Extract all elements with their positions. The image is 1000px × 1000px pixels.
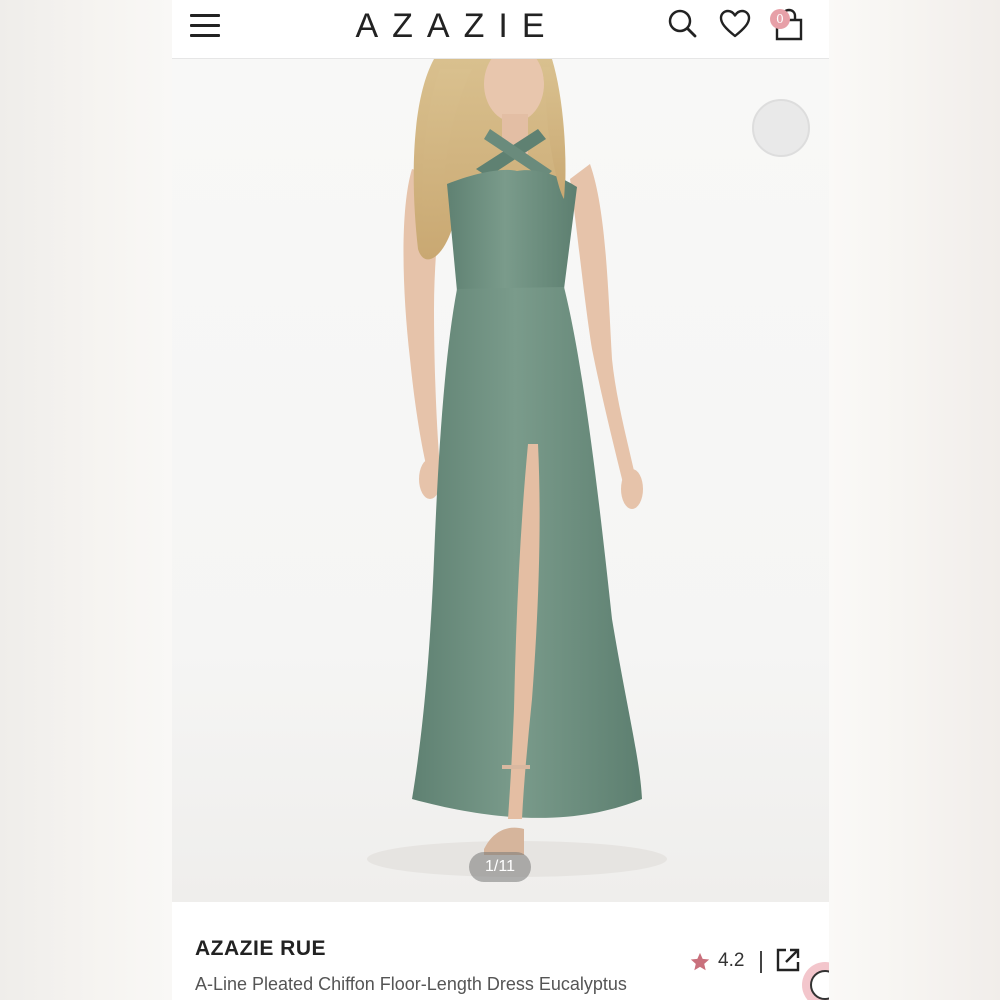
background-left	[0, 0, 172, 1000]
gallery-action-button[interactable]	[752, 99, 810, 157]
image-page-indicator: 1/11	[469, 852, 531, 882]
rating-share-group: 4.2	[684, 946, 804, 976]
star-icon	[690, 952, 710, 971]
product-image-gallery[interactable]: 1/11	[172, 59, 829, 902]
product-info-section: AZAZIE RUE A-Line Pleated Chiffon Floor-…	[172, 902, 829, 1000]
chat-bubble-icon	[810, 970, 829, 1000]
rating-value[interactable]: 4.2	[718, 950, 744, 972]
product-description: A-Line Pleated Chiffon Floor-Length Dres…	[195, 974, 627, 994]
chat-button[interactable]	[802, 962, 829, 1000]
site-logo[interactable]: AZAZIE	[332, 4, 582, 48]
share-icon[interactable]	[775, 947, 801, 973]
background-right	[829, 0, 1000, 1000]
phone-screen: AZAZIE 0 1/11 AZAZIE RUE A-Line Pleated …	[172, 0, 829, 1000]
divider	[760, 951, 762, 973]
product-title: AZAZIE RUE	[195, 937, 326, 960]
product-photo-model-in-green-dress	[367, 59, 667, 877]
heart-icon[interactable]	[719, 8, 751, 40]
search-icon[interactable]	[667, 8, 699, 40]
menu-icon[interactable]	[190, 12, 222, 38]
cart-count-badge: 0	[770, 9, 790, 29]
top-nav-bar: AZAZIE 0	[172, 0, 829, 59]
